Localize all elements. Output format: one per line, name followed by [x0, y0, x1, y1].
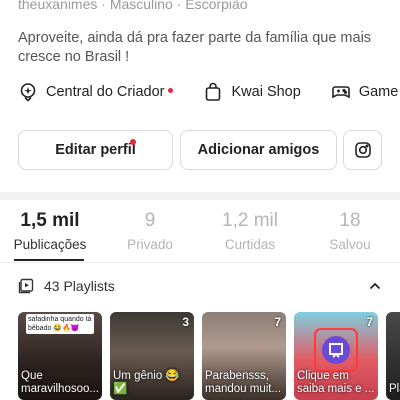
- playlist-thumbnail[interactable]: 3 Um gênio 😂✅: [110, 312, 194, 400]
- creator-center-label: Central do Criador: [46, 84, 165, 100]
- playlist-icon: [18, 278, 34, 294]
- stats-divider: [0, 262, 400, 263]
- game-label: Game: [358, 84, 399, 100]
- app-logo-icon: [314, 328, 358, 372]
- thumbnail-caption: Clique em saiba mais e ...: [297, 370, 375, 395]
- thumbnail-caption: Que maravilhosoo...: [21, 370, 99, 395]
- creator-pin-icon: [20, 83, 36, 102]
- instagram-icon: [354, 142, 371, 158]
- playlist-thumbnail[interactable]: 7 Clique em saiba mais e ...: [294, 312, 378, 400]
- stat-label: Publicações: [13, 237, 87, 252]
- playlist-thumbnail[interactable]: Pla: [386, 312, 400, 400]
- section-divider: [0, 192, 400, 200]
- playlists-label: 43 Playlists: [44, 278, 115, 294]
- stat-value: 1,5 mil: [20, 210, 80, 231]
- kwai-shop-label: Kwai Shop: [231, 84, 301, 100]
- creator-center-shortcut[interactable]: Central do Criador: [18, 82, 174, 102]
- stat-value: 9: [144, 210, 156, 231]
- playlist-thumbnail[interactable]: safadinha quando tá bêbado 😂🔥😈 Que marav…: [18, 312, 102, 400]
- thumbnail-count: 7: [366, 315, 373, 329]
- thumbnail-top-text: safadinha quando tá bêbado 😂🔥😈: [26, 314, 94, 334]
- add-friends-label: Adicionar amigos: [197, 142, 320, 158]
- thumbnail-caption: Parabensss, mandou muit...: [205, 370, 282, 395]
- tab-publicacoes[interactable]: 1,5 mil Publicações: [5, 210, 95, 252]
- chevron-up-icon[interactable]: [368, 279, 382, 293]
- profile-meta-line: theuxanimes · Masculino · Escorpião: [18, 0, 248, 12]
- shopping-bag-icon: [206, 82, 221, 101]
- thumbnail-caption: Pla: [389, 383, 400, 395]
- stat-value: 18: [339, 210, 361, 231]
- stat-label: Privado: [127, 237, 173, 252]
- thumbnail-caption: Um gênio 😂✅: [113, 370, 180, 395]
- stats-tabs: 1,5 mil Publicações 9 Privado 1,2 mil Cu…: [0, 210, 400, 262]
- game-shortcut[interactable]: Game: [331, 82, 399, 102]
- shortcut-bar: Central do Criador Kwai Shop Game: [18, 80, 400, 104]
- thumbnail-count: 3: [182, 315, 189, 329]
- gamepad-icon: [332, 86, 350, 99]
- playlist-thumbnail[interactable]: 7 Parabensss, mandou muit...: [202, 312, 286, 400]
- instagram-button[interactable]: [343, 130, 382, 170]
- stat-label: Curtidas: [224, 237, 276, 252]
- playlists-header[interactable]: 43 Playlists: [18, 275, 390, 297]
- thumbnail-count: 7: [274, 315, 281, 329]
- tab-privado[interactable]: 9 Privado: [105, 210, 195, 252]
- tab-salvou[interactable]: 18 Salvou: [305, 210, 395, 252]
- edit-profile-label: Editar perfil: [55, 142, 136, 158]
- playlist-carousel: safadinha quando tá bêbado 😂🔥😈 Que marav…: [18, 312, 400, 400]
- stat-value: 1,2 mil: [222, 210, 278, 231]
- profile-bio: Aproveite, ainda dá pra fazer parte da f…: [18, 30, 372, 65]
- tab-curtidas[interactable]: 1,2 mil Curtidas: [205, 210, 295, 252]
- notification-dot: [168, 87, 174, 93]
- kwai-shop-shortcut[interactable]: Kwai Shop: [203, 82, 301, 102]
- edit-profile-button[interactable]: Editar perfil: [18, 130, 173, 170]
- stat-label: Salvou: [329, 237, 371, 252]
- active-tab-indicator: [14, 259, 84, 261]
- add-friends-button[interactable]: Adicionar amigos: [180, 130, 337, 170]
- notification-dot: [130, 139, 136, 145]
